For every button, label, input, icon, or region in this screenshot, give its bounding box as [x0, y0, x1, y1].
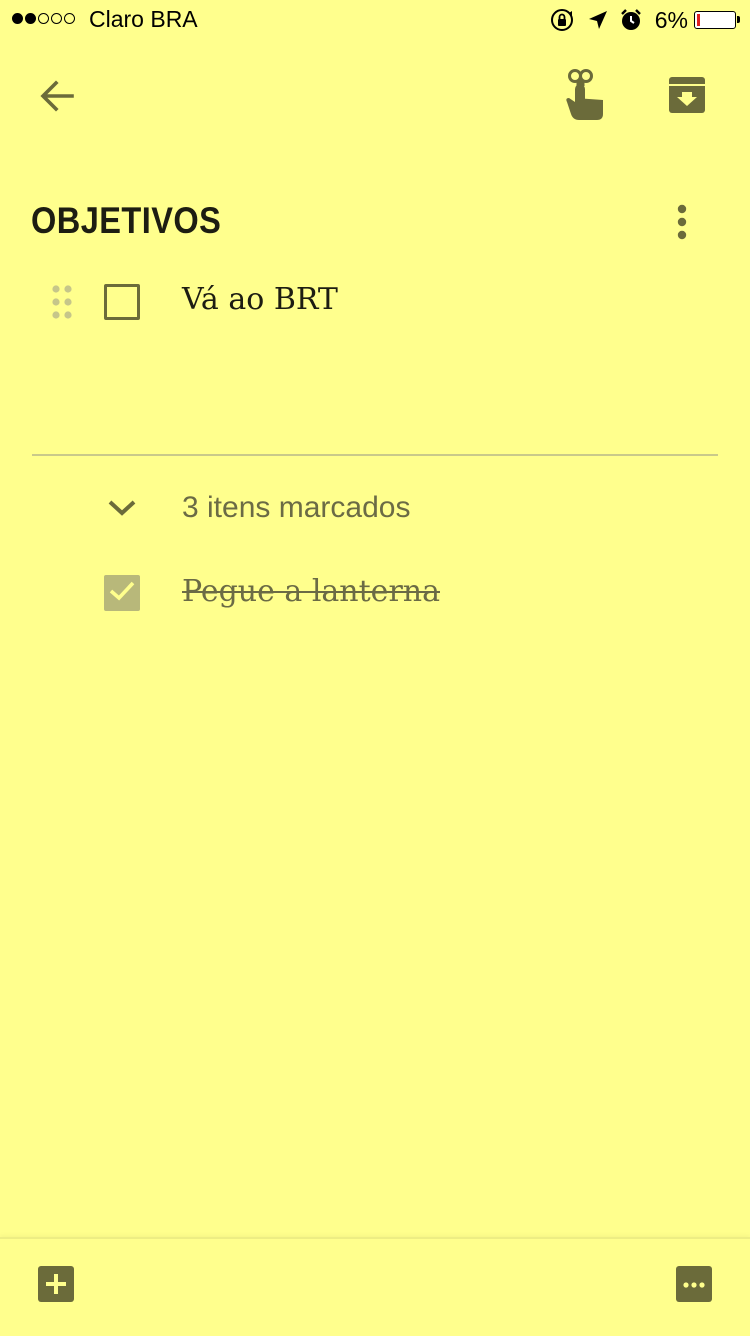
divider	[32, 454, 718, 456]
arrow-left-icon	[36, 76, 76, 121]
bottom-bar	[0, 1237, 750, 1336]
orientation-lock-icon	[549, 7, 575, 33]
checked-items-count: 3 itens marcados	[182, 491, 411, 524]
signal-dot	[51, 13, 62, 24]
more-vert-icon	[676, 204, 688, 245]
item-checkbox[interactable]	[104, 284, 140, 320]
note-title[interactable]: OBJETIVOS	[31, 200, 221, 242]
back-button[interactable]	[30, 72, 82, 124]
signal-dot	[25, 13, 36, 24]
list-item[interactable]: Vá ao BRT	[182, 282, 338, 317]
alarm-clock-icon	[619, 8, 643, 32]
checkmark-icon	[108, 579, 136, 608]
reminder-finger-icon	[559, 68, 607, 127]
add-button[interactable]	[36, 1265, 76, 1308]
add-box-icon	[37, 1265, 75, 1308]
reminder-button[interactable]	[555, 68, 611, 126]
status-bar: Claro BRA 6%	[0, 0, 750, 40]
archive-button[interactable]	[660, 70, 714, 124]
signal-dot	[64, 13, 75, 24]
more-horiz-icon	[675, 1265, 713, 1308]
location-arrow-icon	[587, 9, 609, 31]
archive-icon	[668, 76, 706, 119]
checked-items-toggle[interactable]: 3 itens marcados	[100, 484, 460, 532]
battery-icon	[694, 11, 740, 29]
battery-percent: 6%	[654, 6, 688, 33]
checked-list-item[interactable]: Pegue a lanterna	[182, 574, 440, 609]
drag-handle-icon[interactable]	[50, 284, 74, 320]
chevron-down-icon	[100, 486, 144, 530]
signal-strength-indicator	[12, 13, 75, 24]
signal-dot	[38, 13, 49, 24]
more-options-button[interactable]	[674, 1265, 714, 1308]
signal-dot	[12, 13, 23, 24]
note-menu-button[interactable]	[662, 200, 702, 248]
checked-item-checkbox[interactable]	[104, 575, 140, 611]
carrier-name: Claro BRA	[89, 6, 198, 32]
status-icons: 6%	[549, 6, 740, 34]
